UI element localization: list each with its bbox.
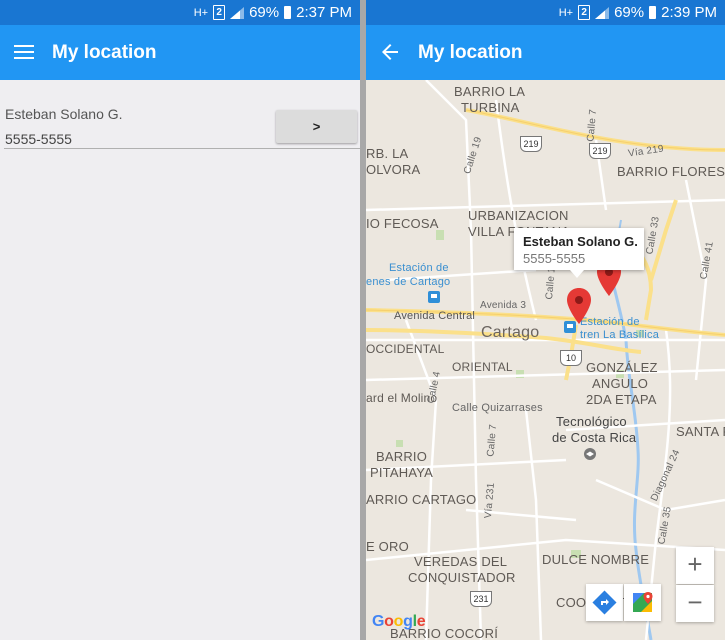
- app-bar: My location: [366, 25, 725, 80]
- zoom-out-button[interactable]: −: [676, 585, 714, 622]
- arrow-back-icon[interactable]: [378, 40, 402, 64]
- route-shield: 10: [560, 350, 582, 366]
- map-view[interactable]: BARRIO LA TURBINA RB. LA OLVORA BARRIO F…: [366, 80, 725, 640]
- sim-icon: 2: [578, 5, 591, 20]
- map-poi-label: enes de Cartago: [366, 276, 451, 288]
- map-label: BARRIO LA: [454, 84, 526, 99]
- app-bar: My location: [0, 25, 360, 80]
- route-shield: 231: [470, 591, 492, 607]
- battery-icon: [284, 6, 292, 19]
- signal-icon: [595, 6, 610, 19]
- map-label: TURBINA: [461, 100, 520, 115]
- network-type-indicator: H+: [193, 6, 209, 19]
- battery-percentage: 69%: [614, 4, 645, 21]
- street-label: Avenida Central: [394, 310, 476, 322]
- map-label: URBANIZACION: [468, 208, 569, 223]
- google-logo: Google: [372, 613, 426, 630]
- street-label: Calle Quizarrases: [452, 402, 543, 414]
- info-window-tail: [570, 270, 584, 278]
- battery-percentage: 69%: [249, 4, 280, 21]
- map-label: SANTA F: [676, 424, 725, 439]
- google-maps-icon: [633, 592, 653, 612]
- city-label: Cartago: [481, 324, 540, 341]
- info-window-subtitle: 5555-5555: [523, 251, 586, 266]
- signal-icon: [230, 6, 245, 19]
- directions-icon: [592, 590, 617, 615]
- route-shield: 219: [589, 143, 611, 159]
- map-label: ANGULO: [592, 376, 649, 391]
- map-label: OLVORA: [366, 162, 421, 177]
- marker-info-window[interactable]: Esteban Solano G. 5555-5555: [514, 228, 644, 278]
- map-label: VEREDAS DEL: [414, 554, 508, 569]
- map-label: E ORO: [366, 539, 409, 554]
- map-poi-label: tren La Basílica: [580, 329, 660, 341]
- map-label: RB. LA: [366, 146, 409, 161]
- map-label: ORIENTAL: [452, 360, 513, 374]
- map-label: GONZÁLEZ: [586, 360, 658, 375]
- map-label: ARRIO CARTAGO: [366, 492, 477, 507]
- map-poi-label: Tecnológico: [556, 414, 627, 429]
- name-field[interactable]: Esteban Solano G.: [5, 106, 123, 122]
- map-poi-label: de Costa Rica: [552, 430, 637, 445]
- clock: 2:39 PM: [661, 4, 717, 21]
- map-label: 2DA ETAPA: [586, 392, 657, 407]
- right-screen: H+ 2 69% 2:39 PM My location BARRIO LA T…: [366, 0, 725, 640]
- map-label: IO FECOSA: [366, 216, 439, 231]
- open-in-maps-button[interactable]: [624, 584, 661, 621]
- clock: 2:37 PM: [296, 4, 352, 21]
- status-bar: H+ 2 69% 2:39 PM: [366, 0, 725, 25]
- street-label: Avenida 3: [480, 300, 527, 311]
- map-label: OCCIDENTAL: [366, 342, 445, 356]
- page-title: My location: [52, 42, 157, 63]
- network-type-indicator: H+: [558, 6, 574, 19]
- status-bar: H+ 2 69% 2:37 PM: [0, 0, 360, 25]
- map-poi-label: Estación de: [389, 262, 449, 274]
- map-label: BARRIO FLORES: [617, 164, 725, 179]
- map-label: PITAHAYA: [370, 465, 434, 480]
- train-station-icon[interactable]: [428, 291, 440, 303]
- submit-button[interactable]: >: [276, 110, 357, 143]
- school-icon[interactable]: [584, 448, 596, 460]
- route-shield: 219: [520, 136, 542, 152]
- directions-button[interactable]: [586, 584, 623, 621]
- zoom-in-button[interactable]: +: [676, 547, 714, 584]
- phone-field-underline: [4, 148, 360, 149]
- map-label: CONQUISTADOR: [408, 570, 516, 585]
- phone-field[interactable]: 5555-5555: [5, 131, 72, 147]
- sim-icon: 2: [213, 5, 226, 20]
- battery-icon: [649, 6, 657, 19]
- location-pin-icon[interactable]: [567, 288, 591, 324]
- map-label: BARRIO: [376, 449, 428, 464]
- hamburger-menu-icon[interactable]: [14, 42, 34, 62]
- info-window-title: Esteban Solano G.: [523, 234, 638, 249]
- map-label: DULCE NOMBRE: [542, 552, 650, 567]
- left-screen: H+ 2 69% 2:37 PM My location Esteban Sol…: [0, 0, 360, 640]
- page-title: My location: [418, 42, 523, 63]
